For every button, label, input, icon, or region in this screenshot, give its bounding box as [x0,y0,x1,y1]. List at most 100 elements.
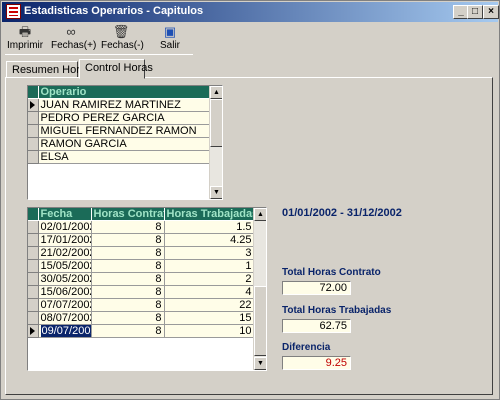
row-indicator [28,150,39,164]
horas-row[interactable]: 07/07/2002 8 22 [28,298,255,312]
horas-trabajadas-cell[interactable]: 10 [164,324,255,338]
horas-row[interactable]: 02/01/2002 8 1.5 [28,220,255,234]
row-indicator [28,137,39,151]
binoculars-icon: ∞ [66,24,76,39]
horas-trabajadas-column-header[interactable]: Horas Trabajadas [164,208,255,221]
horas-trabajadas-cell[interactable]: 1.5 [164,220,255,234]
row-indicator-header [28,86,39,99]
horas-trabajadas-cell[interactable]: 15 [164,311,255,325]
fechas-minus-button[interactable]: 🗑 Fechas(-) [101,23,144,55]
horas-trabajadas-cell[interactable]: 4.25 [164,233,255,247]
horas-row[interactable]: 21/02/2002 8 3 [28,246,255,260]
fecha-cell[interactable]: 15/06/2002 [38,285,92,299]
operario-name[interactable]: JUAN RAMIREZ MARTINEZ [38,98,211,112]
row-indicator [28,220,39,234]
operario-row[interactable]: RAMON GARCIA [28,137,211,151]
scroll-up-arrow-icon[interactable]: ▲ [254,208,266,221]
tab-control-horas[interactable]: Control Horas [79,59,153,79]
total-horas-contrato-label: Total Horas Contrato [282,267,381,278]
fecha-cell[interactable]: 17/01/2002 [38,233,92,247]
operario-name[interactable]: PEDRO PEREZ GARCIA [38,111,211,125]
row-pointer-icon [28,98,39,112]
fecha-cell[interactable]: 07/07/2002 [38,298,92,312]
horas-contrato-cell[interactable]: 8 [91,298,165,312]
horas-contrato-column-header[interactable]: Horas Contrato [91,208,165,221]
app-window: Estadisticas Operarios - Capitulos _ □ ×… [0,0,500,400]
salir-label: Salir [159,40,180,51]
row-indicator [28,259,39,273]
fechas-plus-label: Fechas(+) [51,40,97,51]
horas-contrato-cell[interactable]: 8 [91,272,165,286]
horas-contrato-cell[interactable]: 8 [91,220,165,234]
row-indicator [28,272,39,286]
horas-trabajadas-cell[interactable]: 2 [164,272,255,286]
total-horas-trabajadas-field[interactable]: 62.75 [282,319,351,333]
fecha-cell[interactable]: 30/05/2002 [38,272,92,286]
horas-contrato-cell[interactable]: 8 [91,285,165,299]
fecha-cell[interactable]: 08/07/2002 [38,311,92,325]
operario-name[interactable]: ELSA [38,150,211,164]
operarios-grid[interactable]: Operario JUAN RAMIREZ MARTINEZ PEDRO PER… [27,85,223,200]
scroll-down-arrow-icon[interactable]: ▼ [254,357,266,370]
row-indicator [28,285,39,299]
horas-row[interactable]: 30/05/2002 8 2 [28,272,255,286]
horas-trabajadas-cell[interactable]: 4 [164,285,255,299]
operario-column-header[interactable]: Operario [38,86,211,99]
app-icon[interactable] [6,4,21,19]
fecha-cell[interactable]: 15/05/2002 [38,259,92,273]
horas-contrato-cell[interactable]: 8 [91,324,165,338]
total-horas-trabajadas-label: Total Horas Trabajadas [282,305,392,316]
scroll-up-arrow-icon[interactable]: ▲ [210,86,222,99]
operario-row[interactable]: JUAN RAMIREZ MARTINEZ [28,98,211,112]
fecha-cell-selected[interactable]: 09/07/2002 [39,324,90,337]
row-indicator-header [28,208,39,221]
operario-row[interactable]: ELSA [28,150,211,164]
row-indicator [28,311,39,325]
trash-icon: 🗑 [112,24,130,39]
horas-contrato-cell[interactable]: 8 [91,311,165,325]
horas-row[interactable]: 17/01/2002 8 4.25 [28,233,255,247]
close-button[interactable]: × [483,5,499,19]
fechas-minus-label: Fechas(-) [101,40,144,51]
row-indicator [28,124,39,138]
window-title: Estadisticas Operarios - Capitulos [24,5,204,17]
imprimir-button[interactable]: 🖶 Imprimir [7,23,43,55]
operario-name[interactable]: RAMON GARCIA [38,137,211,151]
row-indicator [28,298,39,312]
row-indicator [28,246,39,260]
horas-trabajadas-cell[interactable]: 1 [164,259,255,273]
horas-scrollbar[interactable]: ▲ ▼ [253,208,266,370]
horas-contrato-cell[interactable]: 8 [91,246,165,260]
fecha-cell[interactable]: 21/02/2002 [38,246,92,260]
scroll-down-arrow-icon[interactable]: ▼ [210,186,222,199]
operarios-scrollbar[interactable]: ▲ ▼ [209,86,222,199]
scroll-thumb[interactable] [254,286,266,356]
row-indicator [28,233,39,247]
horas-row[interactable]: 15/05/2002 8 1 [28,259,255,273]
horas-row[interactable]: 08/07/2002 8 15 [28,311,255,325]
diferencia-label: Diferencia [282,342,331,353]
salir-button[interactable]: ▣ Salir [155,23,185,55]
scroll-thumb[interactable] [210,99,222,147]
horas-trabajadas-cell[interactable]: 3 [164,246,255,260]
total-horas-contrato-field[interactable]: 72.00 [282,281,351,295]
imprimir-label: Imprimir [7,40,44,51]
horas-contrato-cell[interactable]: 8 [91,259,165,273]
operario-row[interactable]: MIGUEL FERNANDEZ RAMON [28,124,211,138]
operario-row[interactable]: PEDRO PEREZ GARCIA [28,111,211,125]
title-bar[interactable]: Estadisticas Operarios - Capitulos _ □ × [2,2,499,22]
row-pointer-icon [28,324,39,338]
horas-contrato-cell[interactable]: 8 [91,233,165,247]
horas-grid[interactable]: Fecha Horas Contrato Horas Trabajadas 02… [27,207,267,371]
operario-name[interactable]: MIGUEL FERNANDEZ RAMON [38,124,211,138]
maximize-button[interactable]: □ [467,5,483,19]
fecha-cell[interactable]: 09/07/2002 [38,324,92,338]
horas-row-selected[interactable]: 09/07/2002 8 10 [28,324,255,338]
fecha-column-header[interactable]: Fecha [38,208,92,221]
horas-row[interactable]: 15/06/2002 8 4 [28,285,255,299]
diferencia-field[interactable]: 9.25 [282,356,351,370]
fecha-cell[interactable]: 02/01/2002 [38,220,92,234]
horas-trabajadas-cell[interactable]: 22 [164,298,255,312]
fechas-plus-button[interactable]: ∞ Fechas(+) [51,23,97,55]
tab-resumen-horas[interactable]: Resumen Horas [6,61,91,78]
